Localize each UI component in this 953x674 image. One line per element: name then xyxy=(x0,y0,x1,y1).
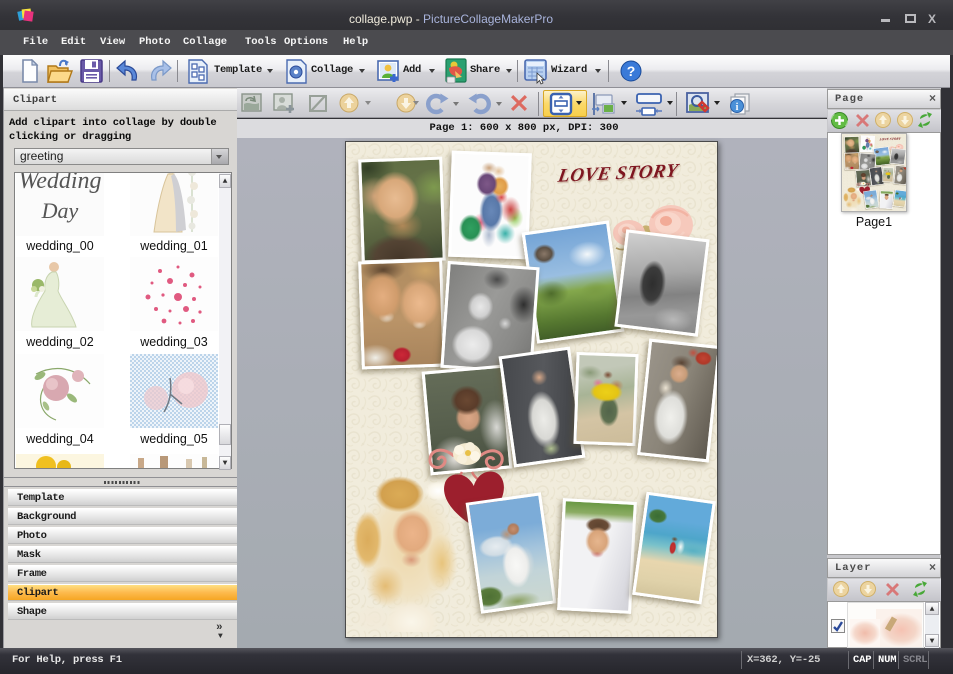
svg-text:?: ? xyxy=(627,63,636,79)
svg-text:i: i xyxy=(736,102,739,113)
